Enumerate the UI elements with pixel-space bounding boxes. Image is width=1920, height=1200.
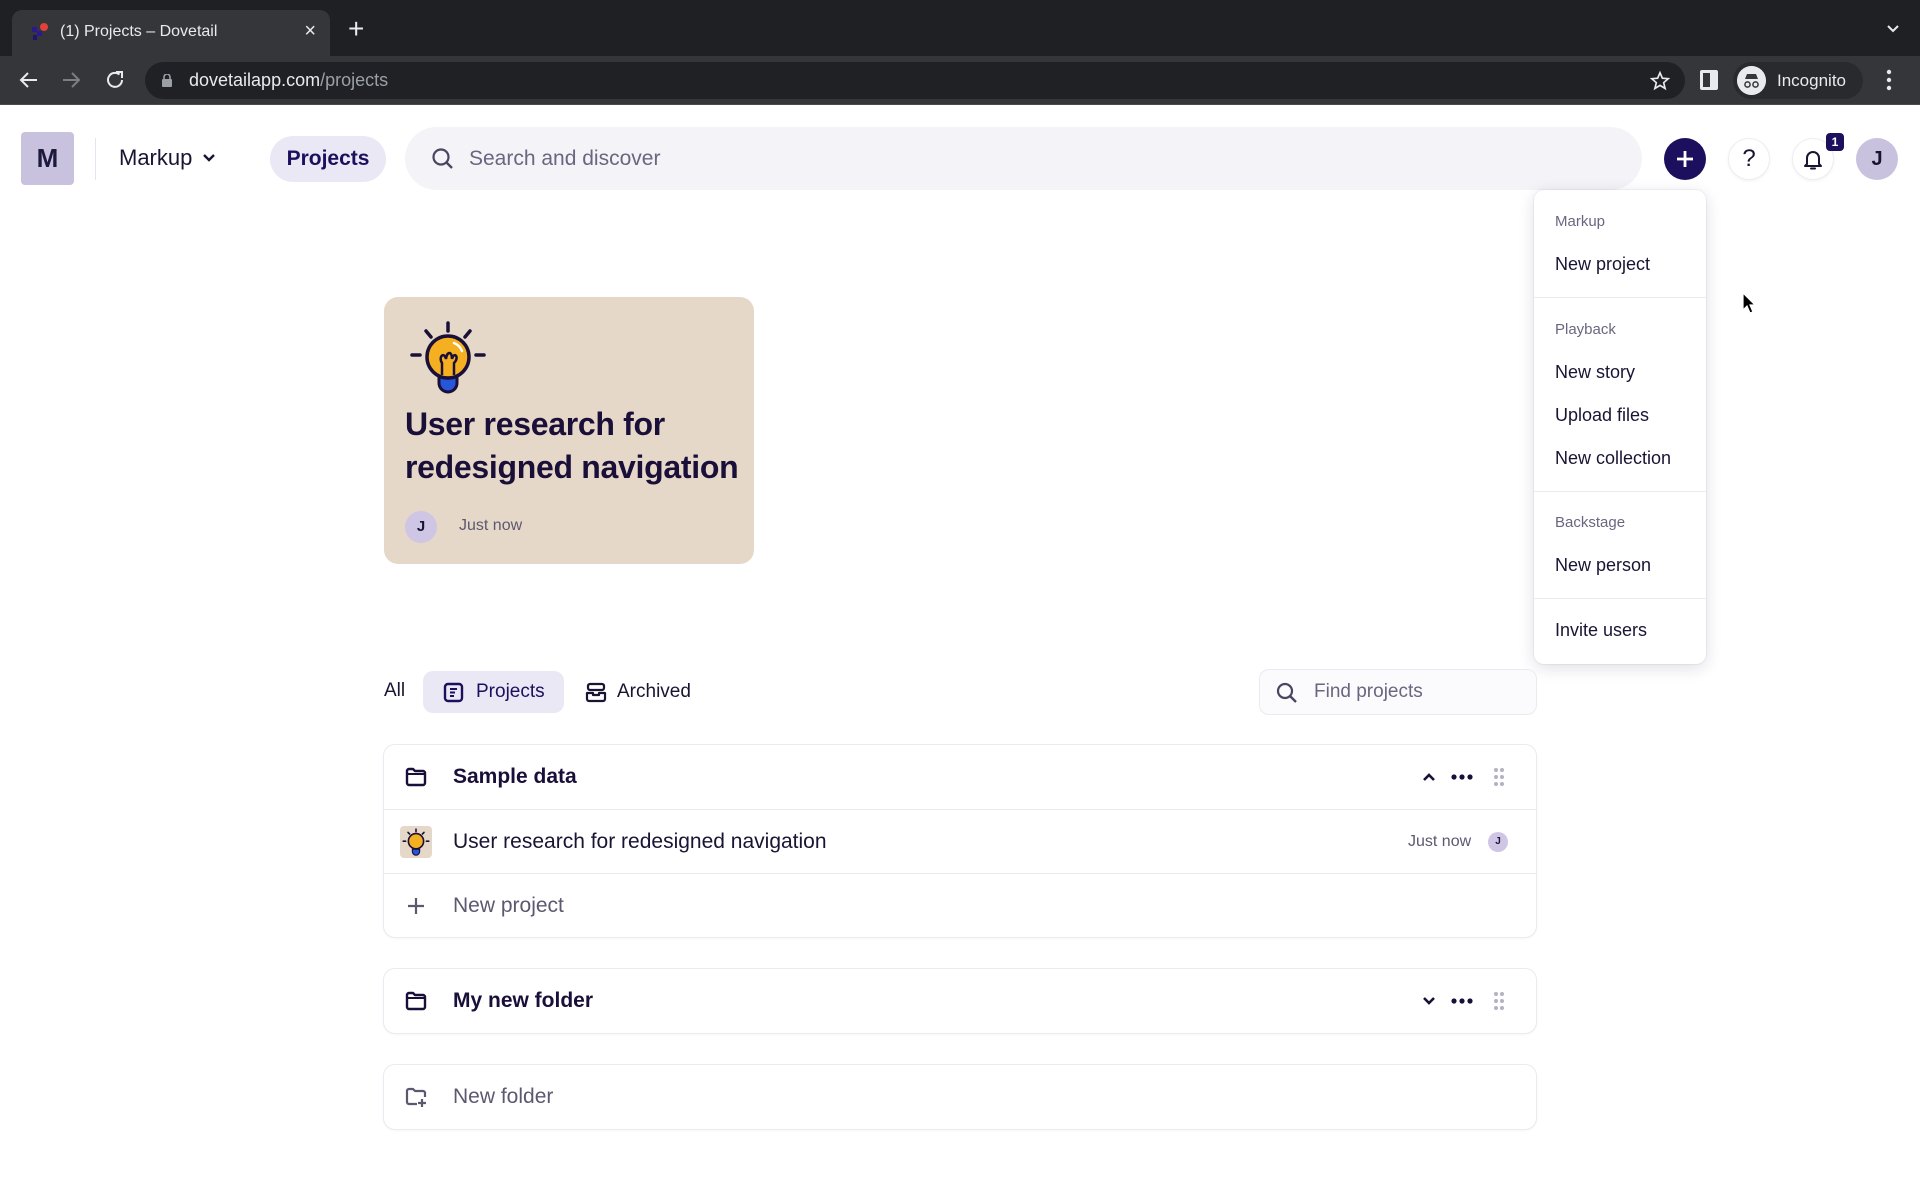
new-folder-row[interactable]: New folder xyxy=(384,1065,1536,1129)
more-options-icon[interactable] xyxy=(1450,993,1474,1009)
incognito-label: Incognito xyxy=(1777,71,1846,90)
filter-projects-label: Projects xyxy=(476,681,545,702)
chevron-down-icon[interactable] xyxy=(1421,993,1437,1009)
menu-divider xyxy=(1534,598,1706,599)
browser-menu-icon[interactable] xyxy=(1886,68,1892,92)
updated-time: Just now xyxy=(1408,833,1472,850)
side-panel-icon[interactable] xyxy=(1700,70,1718,90)
bookmark-star-icon[interactable] xyxy=(1649,70,1671,92)
header-divider xyxy=(95,138,96,180)
create-menu: Markup New project Playback New story Up… xyxy=(1534,190,1706,664)
owner-avatar: J xyxy=(405,511,437,543)
workspace-switcher[interactable]: Markup xyxy=(119,145,216,171)
menu-item-upload-files[interactable]: Upload files xyxy=(1555,405,1649,426)
project-row[interactable]: User research for redesigned navigation … xyxy=(384,809,1536,873)
menu-item-new-person[interactable]: New person xyxy=(1555,555,1651,576)
browser-tab-bar: (1) Projects – Dovetail × + xyxy=(0,0,1920,56)
user-avatar[interactable]: J xyxy=(1856,138,1898,180)
menu-item-new-story[interactable]: New story xyxy=(1555,362,1635,383)
folder-icon xyxy=(405,991,427,1011)
mouse-cursor-icon xyxy=(1742,292,1757,314)
featured-project-card[interactable]: User research for redesigned navigation … xyxy=(384,297,754,564)
lightbulb-icon xyxy=(402,828,430,856)
chevron-up-icon[interactable] xyxy=(1421,769,1437,785)
menu-section-backstage: Backstage xyxy=(1555,514,1626,531)
browser-toolbar: dovetailapp.com/projects Incognito xyxy=(0,56,1920,105)
new-folder-label: New folder xyxy=(453,1085,554,1108)
user-initial: J xyxy=(1871,147,1883,170)
owner-avatar: J xyxy=(1488,832,1508,852)
browser-tab[interactable]: (1) Projects – Dovetail × xyxy=(12,10,330,56)
back-icon[interactable] xyxy=(17,68,41,92)
notification-badge: 1 xyxy=(1826,133,1844,151)
project-icon xyxy=(443,682,464,703)
search-input[interactable] xyxy=(469,127,1619,190)
find-projects[interactable] xyxy=(1259,669,1537,715)
chevron-down-icon xyxy=(203,154,216,162)
bell-icon xyxy=(1804,151,1822,170)
address-bar[interactable]: dovetailapp.com/projects xyxy=(145,62,1685,99)
help-button[interactable]: ? xyxy=(1728,138,1770,180)
workspace-logo[interactable]: M xyxy=(21,132,74,185)
menu-item-new-collection[interactable]: New collection xyxy=(1555,448,1671,469)
search-icon xyxy=(1276,682,1297,703)
lightbulb-icon xyxy=(410,321,486,394)
archive-icon xyxy=(585,682,607,703)
project-title: User research for redesigned navigation xyxy=(453,830,827,853)
drag-handle-icon[interactable] xyxy=(1492,767,1506,787)
filter-all[interactable]: All xyxy=(384,680,405,702)
project-thumbnail xyxy=(400,826,432,858)
menu-section-markup: Markup xyxy=(1555,213,1606,230)
menu-divider xyxy=(1534,491,1706,492)
updated-time: Just now xyxy=(459,517,523,534)
search-icon xyxy=(432,148,453,169)
incognito-profile-button[interactable]: Incognito xyxy=(1733,62,1863,99)
workspace-name: Markup xyxy=(119,145,193,170)
nav-projects[interactable]: Projects xyxy=(270,136,386,182)
help-icon: ? xyxy=(1742,145,1756,172)
lock-icon xyxy=(162,74,172,87)
filter-projects[interactable]: Projects xyxy=(423,671,564,713)
create-button[interactable] xyxy=(1664,138,1706,180)
tab-title: (1) Projects – Dovetail xyxy=(60,23,218,40)
drag-handle-icon[interactable] xyxy=(1492,991,1506,1011)
incognito-icon xyxy=(1737,66,1766,95)
featured-project-title: User research for redesigned navigation xyxy=(405,406,739,485)
reload-icon[interactable] xyxy=(103,68,127,92)
new-tab-icon[interactable]: + xyxy=(348,15,364,43)
menu-section-playback: Playback xyxy=(1555,321,1616,338)
folder-name: My new folder xyxy=(453,989,594,1012)
menu-divider xyxy=(1534,297,1706,298)
new-project-row[interactable]: New project xyxy=(384,873,1536,937)
folder-add-icon xyxy=(405,1087,427,1107)
new-folder-button[interactable]: New folder xyxy=(383,1064,1537,1130)
tab-search-chevron-icon[interactable] xyxy=(1886,22,1900,36)
url-text: dovetailapp.com/projects xyxy=(189,70,389,90)
plus-icon xyxy=(408,898,424,914)
menu-item-invite-users[interactable]: Invite users xyxy=(1555,620,1647,641)
filter-archived-label: Archived xyxy=(617,681,691,702)
more-options-icon[interactable] xyxy=(1450,769,1474,785)
folder-icon xyxy=(405,767,427,787)
folder-header[interactable]: Sample data xyxy=(384,745,1536,809)
new-project-label: New project xyxy=(453,894,564,917)
dovetail-favicon-icon xyxy=(32,23,48,40)
folder-sample-data: Sample data User research for redesigned… xyxy=(383,744,1537,938)
menu-item-new-project[interactable]: New project xyxy=(1555,254,1650,275)
close-tab-icon[interactable]: × xyxy=(304,19,316,43)
forward-icon[interactable] xyxy=(59,68,83,92)
folder-my-new-folder: My new folder xyxy=(383,968,1537,1034)
folder-name: Sample data xyxy=(453,765,577,788)
plus-icon xyxy=(1677,151,1693,167)
folder-header[interactable]: My new folder xyxy=(384,969,1536,1033)
global-search[interactable] xyxy=(405,127,1642,190)
find-projects-input[interactable] xyxy=(1314,670,1524,714)
